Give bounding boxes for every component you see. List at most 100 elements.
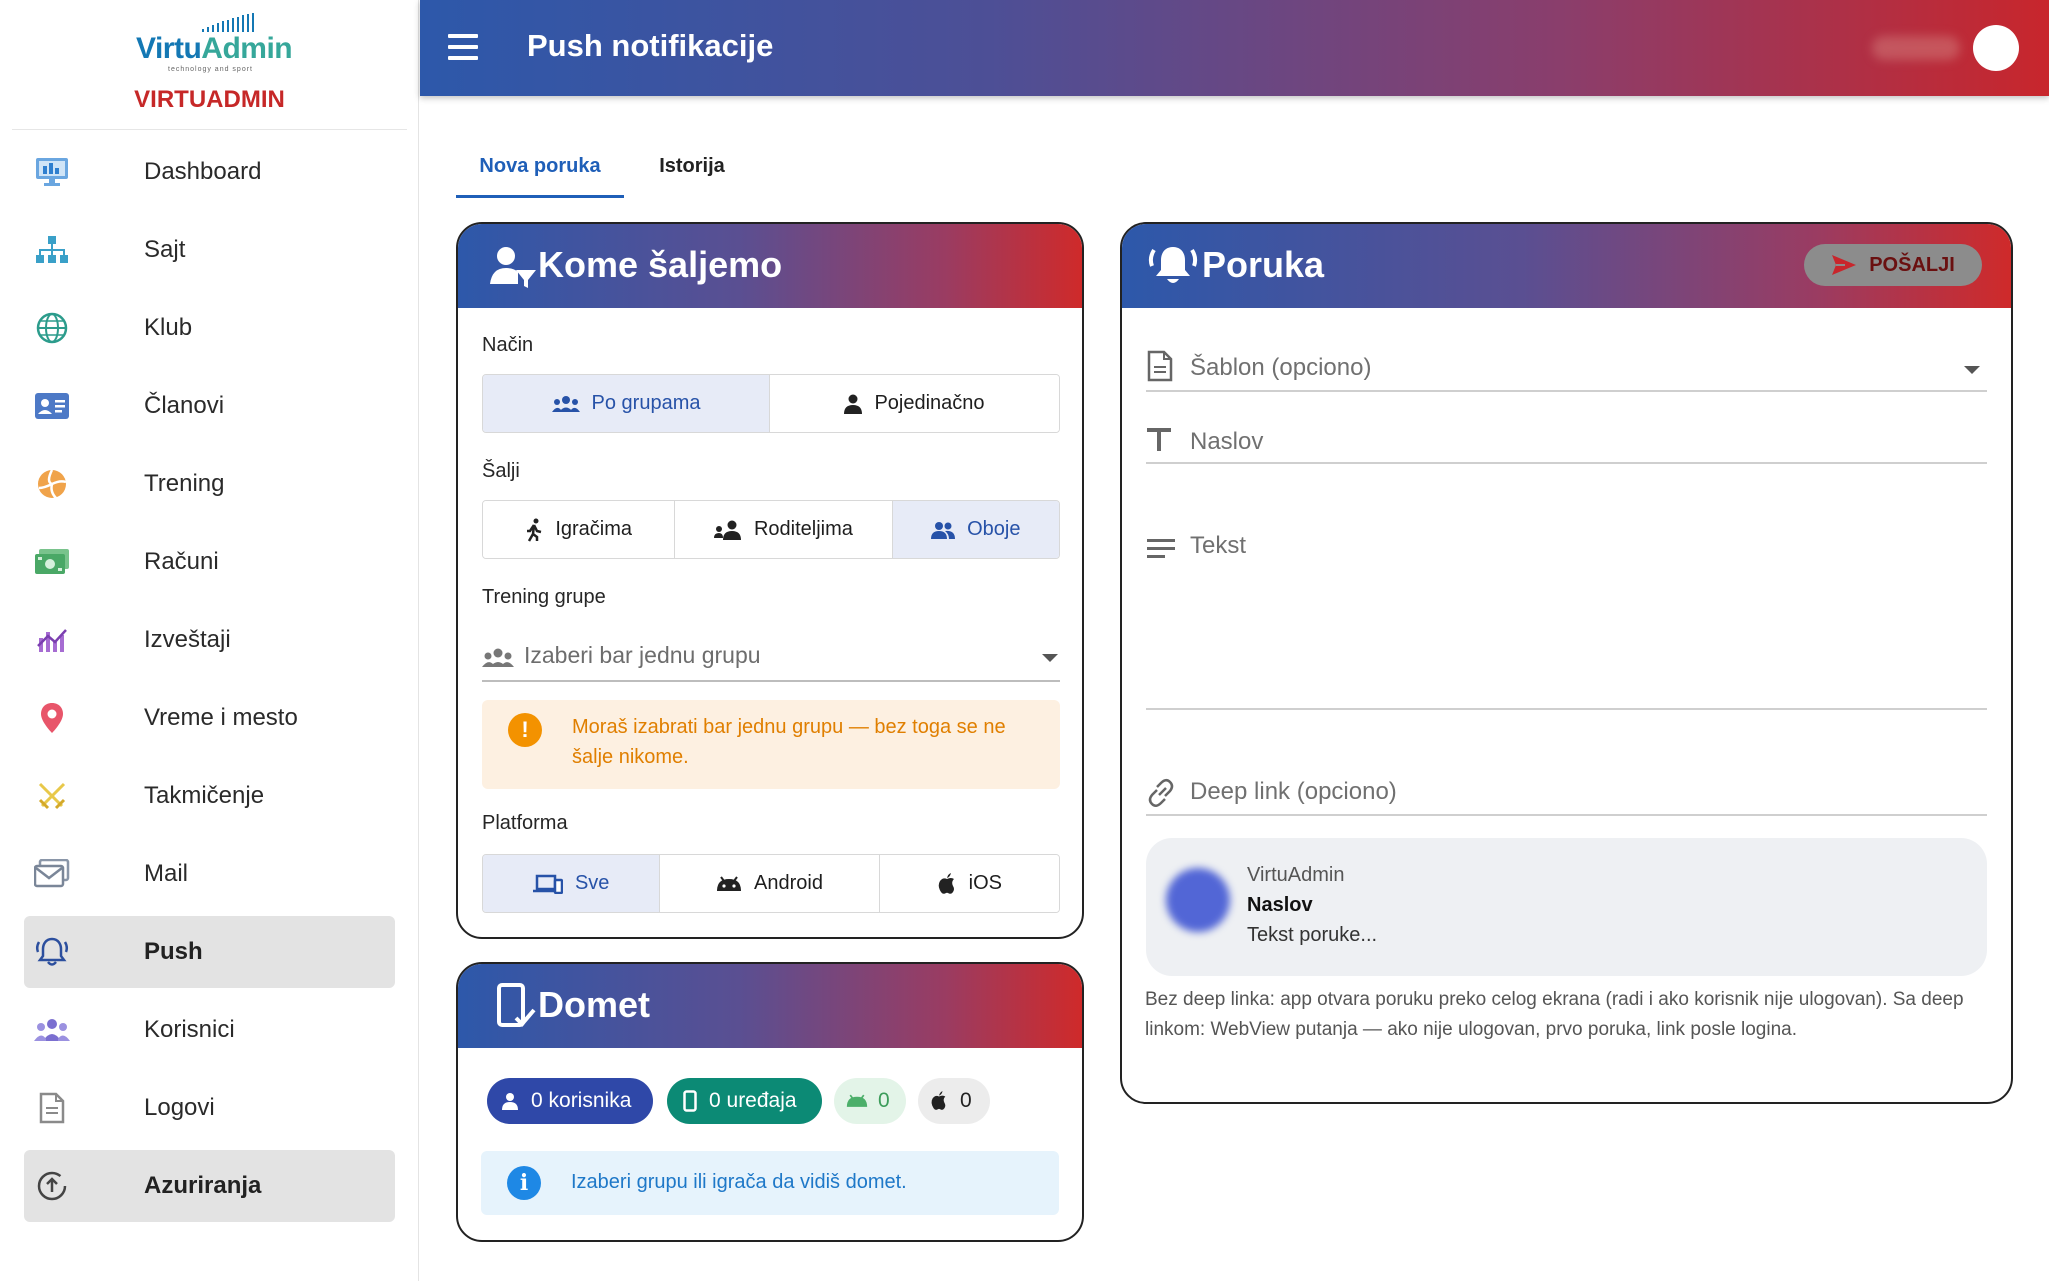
logo-wordmark: VirtuAdmin: [136, 32, 293, 66]
text-lines-icon: [1146, 537, 1176, 559]
reach-card-title: Domet: [538, 984, 651, 1025]
platform-ios-button[interactable]: iOS: [879, 855, 1059, 912]
people-icon: [931, 521, 956, 539]
platform-sve-button[interactable]: Sve: [483, 855, 661, 912]
android-icon: [846, 1094, 868, 1108]
send-to-igracima-label: Igračima: [555, 518, 633, 540]
sidebar-item-racuni[interactable]: Računi: [24, 526, 395, 598]
mode-pojedinacno-button[interactable]: Pojedinačno: [770, 375, 1059, 432]
send-icon: [1831, 254, 1857, 276]
user-name-blurred: [1872, 36, 1960, 60]
warning-alert: ! Moraš izabrati bar jednu grupu — bez t…: [482, 700, 1060, 789]
sidebar-item-takmicenje[interactable]: Takmičenje: [24, 760, 395, 832]
map-pin-icon: [34, 700, 70, 736]
sidebar-item-klub[interactable]: Klub: [24, 292, 395, 364]
sidebar-item-dashboard[interactable]: Dashboard: [24, 136, 395, 208]
menu-icon[interactable]: [448, 34, 478, 62]
ios-count-text: 0: [960, 1089, 972, 1112]
sidebar-item-label: Vreme i mesto: [144, 704, 298, 731]
app-avatar: [1166, 868, 1230, 932]
logo-wordmark-part2: Admin: [201, 32, 293, 65]
devices-icon: [532, 874, 563, 894]
sidebar-item-label: Push: [144, 938, 203, 965]
bell-ring-icon: [1148, 247, 1198, 283]
sidebar-divider: [12, 129, 407, 130]
platform-android-button[interactable]: Android: [660, 855, 880, 912]
sidebar-item-izvestaji[interactable]: Izveštaji: [24, 604, 395, 676]
send-to-igracima-button[interactable]: Igračima: [483, 501, 676, 558]
dropdown-caret-icon: [1964, 366, 1980, 374]
sidebar-item-logovi[interactable]: Logovi: [24, 1072, 395, 1144]
id-card-icon: [34, 388, 70, 424]
sidebar-item-push[interactable]: Push: [24, 916, 395, 988]
sidebar: VirtuAdmin technology and sport VIRTUADM…: [0, 0, 419, 1281]
group-icon: [482, 648, 514, 668]
running-icon: [525, 518, 543, 542]
platform-toggle: Sve Android iOS: [482, 854, 1060, 913]
deeplink-help-text: Bez deep linka: app otvara poruku preko …: [1145, 989, 1964, 1040]
sidebar-item-mail[interactable]: Mail: [24, 838, 395, 910]
preview-body: Tekst poruke...: [1247, 924, 1378, 946]
audience-card-header: Kome šaljemo: [458, 224, 1082, 308]
reach-card-header: Domet: [458, 964, 1082, 1048]
users-count-text: 0 korisnika: [531, 1089, 632, 1112]
mode-po-grupama-button[interactable]: Po grupama: [483, 375, 770, 432]
ios-count-chip: 0: [918, 1078, 990, 1124]
send-button[interactable]: POŠALJI: [1804, 244, 1982, 286]
globe-icon: [34, 310, 70, 346]
sitemap-icon: [34, 232, 70, 268]
user-filter-icon: [490, 247, 536, 288]
sidebar-item-trening[interactable]: Trening: [24, 448, 395, 520]
mode-toggle: Po grupama Pojedinačno: [482, 374, 1060, 433]
avatar[interactable]: [1973, 25, 2019, 71]
volleyball-icon: [34, 466, 70, 502]
body-placeholder: Tekst: [1190, 532, 1247, 559]
groups-select[interactable]: Izaberi bar jednu grupu: [482, 634, 1060, 682]
android-count-text: 0: [878, 1089, 890, 1112]
parent-child-icon: [713, 520, 742, 540]
tab-istorija[interactable]: Istorija: [640, 150, 744, 198]
audience-card: Kome šaljemo Način Po grupama Pojedinačn…: [456, 222, 1084, 939]
message-card-title: Poruka: [1202, 244, 1325, 285]
send-to-roditeljima-label: Roditeljima: [753, 518, 853, 540]
apple-icon: [930, 1091, 948, 1111]
groups-placeholder: Izaberi bar jednu grupu: [524, 642, 761, 668]
sidebar-item-label: Takmičenje: [144, 782, 265, 809]
mode-po-grupama-label: Po grupama: [591, 392, 701, 414]
page-title: Push notifikacije: [527, 28, 774, 63]
body-textarea[interactable]: Tekst: [1146, 520, 1987, 710]
sidebar-item-clanovi[interactable]: Članovi: [24, 370, 395, 442]
android-icon: [716, 875, 742, 892]
deeplink-placeholder: Deep link (opciono): [1190, 778, 1397, 805]
send-to-oboje-label: Oboje: [967, 518, 1021, 540]
sidebar-item-vreme-i-mesto[interactable]: Vreme i mesto: [24, 682, 395, 754]
send-to-label: Šalji: [482, 460, 520, 482]
send-to-oboje-button[interactable]: Oboje: [892, 501, 1059, 558]
warning-icon: !: [508, 713, 542, 747]
logo-bars-icon: [202, 13, 254, 32]
sidebar-item-azuriranja[interactable]: Azuriranja: [24, 1150, 395, 1222]
update-icon: [34, 1168, 70, 1204]
notification-preview: VirtuAdmin Naslov Tekst poruke...: [1146, 838, 1987, 976]
tab-nova-poruka[interactable]: Nova poruka: [456, 150, 624, 198]
brand-logo[interactable]: VirtuAdmin technology and sport VIRTUADM…: [0, 0, 419, 130]
sidebar-item-label: Izveštaji: [144, 626, 231, 653]
bell-icon: [34, 934, 70, 970]
title-input[interactable]: Naslov: [1146, 418, 1987, 464]
deeplink-input[interactable]: Deep link (opciono): [1146, 770, 1987, 816]
device-check-icon: [497, 983, 536, 1027]
send-to-roditeljima-button[interactable]: Roditeljima: [675, 501, 893, 558]
send-to-toggle: Igračima Roditeljima Oboje: [482, 500, 1060, 559]
sidebar-item-sajt[interactable]: Sajt: [24, 214, 395, 286]
sidebar-item-korisnici[interactable]: Korisnici: [24, 994, 395, 1066]
logo-wordmark-part1: Virtu: [136, 32, 202, 65]
info-icon: i: [507, 1166, 541, 1200]
apple-icon: [937, 872, 957, 895]
mail-icon: [34, 856, 70, 892]
template-select[interactable]: Šablon (opciono): [1146, 346, 1987, 392]
sidebar-item-label: Dashboard: [144, 158, 262, 185]
users-count-chip: 0 korisnika: [487, 1078, 653, 1124]
title-placeholder: Naslov: [1190, 428, 1264, 455]
sidebar-item-label: Sajt: [144, 236, 186, 263]
sidebar-item-label: Korisnici: [144, 1016, 235, 1043]
